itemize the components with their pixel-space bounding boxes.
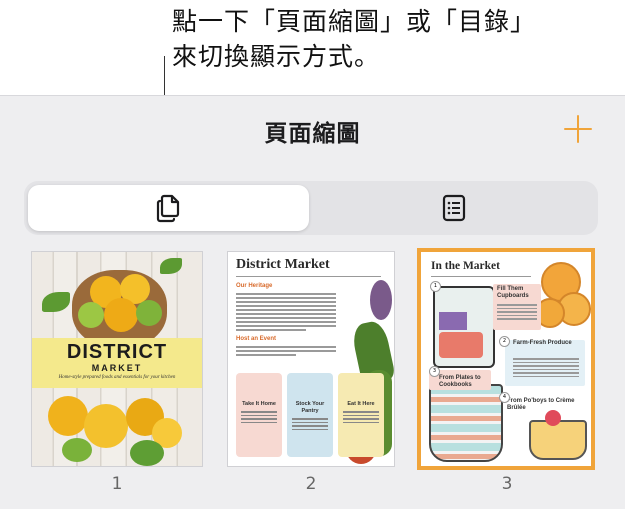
cover-subtitle: MARKET [32, 363, 202, 374]
info-card: Stock Your Pantry [287, 373, 333, 457]
item-text [513, 358, 579, 379]
marker: 1 [430, 281, 441, 292]
info-card: Take It Home [236, 373, 282, 457]
body-text [236, 293, 336, 333]
item-heading: From Po'boys to Crème Brûlée [507, 398, 587, 412]
view-switcher [24, 181, 598, 235]
marker: 2 [499, 336, 510, 347]
info-card: Eat It Here [338, 373, 384, 457]
add-page-button[interactable] [560, 111, 596, 147]
page-3-title: In the Market [431, 260, 500, 272]
cover-banner: DISTRICT MARKET Home-style prepared food… [32, 338, 202, 388]
cover-title: DISTRICT [32, 341, 202, 363]
item-heading: Farm-Fresh Produce [513, 340, 577, 347]
page-number-2: 2 [291, 474, 331, 494]
cover-tagline: Home-style prepared foods and essentials… [32, 374, 202, 382]
callout-line-1: 點一下「頁面縮圖」或「目錄」 [172, 4, 612, 39]
section-heading: Host an Event [236, 336, 276, 342]
page-2-title: District Market [236, 257, 330, 273]
panel-title: 頁面縮圖 [0, 114, 625, 148]
page-thumbnail-2[interactable]: District Market Our Heritage Host an Eve… [228, 252, 394, 466]
table-of-contents-tab[interactable] [313, 185, 594, 231]
card-title: Eat It Here [338, 401, 384, 408]
title-rule [431, 276, 531, 277]
card-title: Stock Your Pantry [287, 401, 333, 415]
page-thumbnail-1[interactable]: DISTRICT MARKET Home-style prepared food… [32, 252, 202, 466]
page-number-1: 1 [97, 474, 137, 494]
body-text [236, 346, 336, 358]
callout-line-2: 來切換顯示方式。 [172, 39, 612, 74]
marker: 4 [499, 392, 510, 403]
callout-caption: 點一下「頁面縮圖」或「目錄」 來切換顯示方式。 [172, 4, 612, 74]
page-number-3: 3 [487, 474, 527, 494]
card-title: Take It Home [236, 401, 282, 408]
marker: 3 [429, 366, 440, 377]
page-thumbnails-icon [155, 193, 183, 223]
item-text [497, 304, 537, 322]
page-thumbnail-3[interactable]: In the Market Fill Them Cupboards Farm-F… [421, 252, 591, 466]
section-heading: Our Heritage [236, 283, 272, 289]
title-rule [236, 276, 381, 277]
table-of-contents-icon [442, 194, 466, 222]
item-heading: From Plates to Cookbooks [439, 375, 495, 389]
page-thumbnails-tab[interactable] [28, 185, 309, 231]
item-heading: Fill Them Cupboards [497, 286, 541, 300]
